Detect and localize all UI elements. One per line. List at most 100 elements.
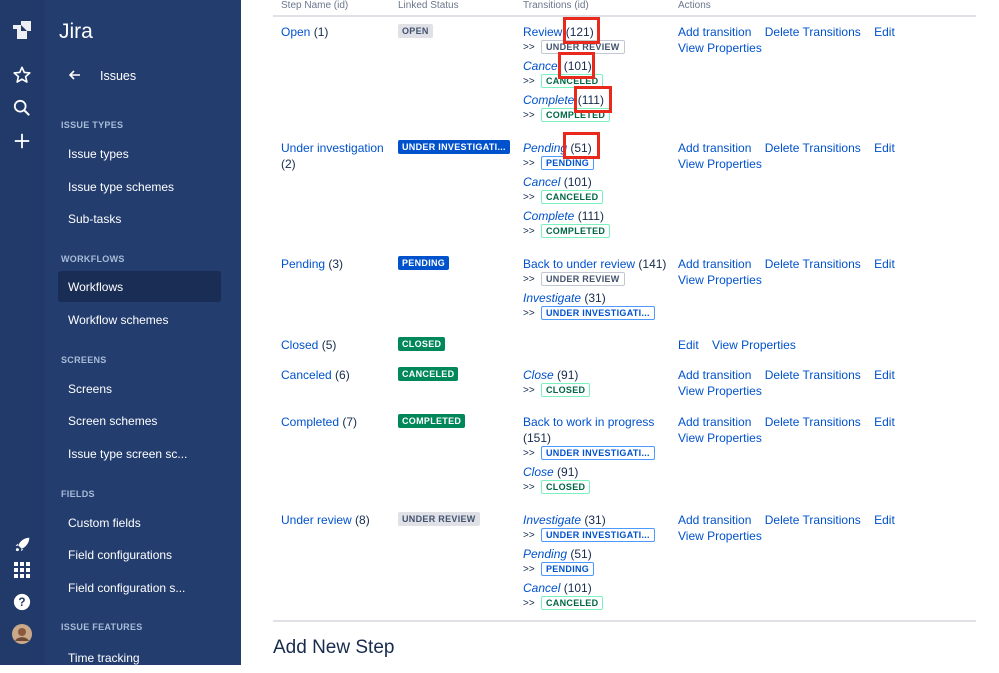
sidebar-item-field-configurations[interactable]: Field configurations — [58, 539, 221, 570]
edit-link[interactable]: Edit — [874, 415, 895, 429]
transition-arrow: >> — [523, 226, 535, 237]
table-row: Under review (8) — [281, 512, 370, 528]
table-row: Closed (5) — [281, 337, 336, 353]
jira-logo-icon[interactable] — [8, 16, 36, 44]
target-status-lozenge: UNDER REVIEW — [541, 272, 625, 286]
transition-link[interactable]: Pending — [523, 141, 567, 155]
add-transition-link[interactable]: Add transition — [678, 257, 751, 271]
step-name-link[interactable]: Closed — [281, 338, 318, 352]
delete-transitions-link[interactable]: Delete Transitions — [765, 257, 861, 271]
column-header-linked-status: Linked Status — [398, 0, 459, 11]
sidebar-item-field-configuration-schemes[interactable]: Field configuration s... — [58, 572, 221, 603]
sidebar-item-workflows[interactable]: Workflows — [58, 271, 221, 302]
step-name-link[interactable]: Under review — [281, 513, 352, 527]
transition-link[interactable]: Cancel — [523, 59, 560, 73]
edit-link[interactable]: Edit — [874, 25, 895, 39]
add-transition-link[interactable]: Add transition — [678, 368, 751, 382]
add-transition-link[interactable]: Add transition — [678, 141, 751, 155]
highlight-box — [574, 86, 612, 113]
transition-link[interactable]: Back to work in progress — [523, 415, 654, 429]
edit-link[interactable]: Edit — [874, 513, 895, 527]
transition-id: (101) — [563, 175, 592, 189]
transition-id: (91) — [557, 465, 579, 479]
step-name-link[interactable]: Completed — [281, 415, 339, 429]
add-transition-link[interactable]: Add transition — [678, 415, 751, 429]
sidebar-item-workflow-schemes[interactable]: Workflow schemes — [58, 304, 221, 335]
delete-transitions-link[interactable]: Delete Transitions — [765, 368, 861, 382]
table-row: Completed (7) — [281, 414, 357, 430]
transition-link[interactable]: Complete — [523, 93, 574, 107]
step-name-link[interactable]: Under investigation — [281, 141, 384, 155]
transition-link[interactable]: Investigate — [523, 513, 581, 527]
search-icon[interactable] — [8, 94, 36, 122]
status-lozenge: UNDER REVIEW — [398, 512, 480, 526]
step-name-link[interactable]: Canceled — [281, 368, 332, 382]
transition-link[interactable]: Close — [523, 368, 554, 382]
app-title: Jira — [59, 20, 93, 43]
transition-link[interactable]: Cancel — [523, 581, 560, 595]
view-properties-link[interactable]: View Properties — [678, 157, 762, 171]
sidebar-item-screens[interactable]: Screens — [58, 373, 221, 404]
add-transition-link[interactable]: Add transition — [678, 513, 751, 527]
star-icon[interactable] — [8, 61, 36, 89]
apps-grid-icon[interactable] — [8, 556, 36, 584]
edit-link[interactable]: Edit — [678, 338, 699, 352]
transition-link[interactable]: Review — [523, 25, 562, 39]
step-name-link[interactable]: Open — [281, 25, 310, 39]
transition-link[interactable]: Close — [523, 465, 554, 479]
transition-arrow: >> — [523, 158, 535, 169]
target-status-lozenge: UNDER INVESTIGATI... — [541, 528, 655, 542]
sidebar-item-custom-fields[interactable]: Custom fields — [58, 507, 221, 538]
view-properties-link[interactable]: View Properties — [712, 338, 796, 352]
status-lozenge: OPEN — [398, 24, 433, 38]
target-status-lozenge: CANCELED — [541, 190, 604, 204]
step-id: (6) — [335, 368, 350, 382]
view-properties-link[interactable]: View Properties — [678, 529, 762, 543]
transition-link[interactable]: Complete — [523, 209, 574, 223]
transition-link[interactable]: Back to under review — [523, 257, 635, 271]
section-screens: SCREENS — [61, 355, 107, 365]
delete-transitions-link[interactable]: Delete Transitions — [765, 415, 861, 429]
step-name-link[interactable]: Pending — [281, 257, 325, 271]
sidebar-item-issue-type-screen-schemes[interactable]: Issue type screen sc... — [58, 438, 221, 469]
target-status-lozenge: COMPLETED — [541, 224, 611, 238]
avatar[interactable] — [8, 620, 36, 648]
step-id: (7) — [342, 415, 358, 429]
transition-arrow: >> — [523, 598, 535, 609]
delete-transitions-link[interactable]: Delete Transitions — [765, 513, 861, 527]
transition-link[interactable]: Pending — [523, 547, 567, 561]
transition-arrow: >> — [523, 530, 535, 541]
transition-link[interactable]: Investigate — [523, 291, 581, 305]
plus-icon[interactable] — [8, 127, 36, 155]
step-id: (1) — [313, 25, 329, 39]
help-icon[interactable]: ? — [8, 588, 36, 616]
table-row: Pending (3) — [281, 256, 343, 272]
view-properties-link[interactable]: View Properties — [678, 41, 762, 55]
back-to-issues-link[interactable]: Issues — [57, 66, 257, 86]
view-properties-link[interactable]: View Properties — [678, 431, 762, 445]
sidebar-item-sub-tasks[interactable]: Sub-tasks — [58, 203, 221, 234]
edit-link[interactable]: Edit — [874, 141, 895, 155]
section-workflows: WORKFLOWS — [61, 254, 125, 264]
transition-arrow: >> — [523, 274, 535, 285]
add-transition-link[interactable]: Add transition — [678, 25, 751, 39]
sidebar-item-time-tracking[interactable]: Time tracking — [58, 642, 221, 673]
target-status-lozenge: CLOSED — [541, 480, 591, 494]
sidebar-item-issue-types[interactable]: Issue types — [58, 138, 221, 169]
section-issue-features: ISSUE FEATURES — [61, 622, 143, 632]
edit-link[interactable]: Edit — [874, 368, 895, 382]
status-lozenge: CANCELED — [398, 367, 459, 381]
workflow-steps-panel: Step Name (id) Linked Status Transitions… — [241, 0, 999, 665]
table-bottom-divider — [273, 620, 976, 622]
add-new-step-heading: Add New Step — [273, 637, 395, 658]
sidebar-item-screen-schemes[interactable]: Screen schemes — [58, 405, 221, 436]
view-properties-link[interactable]: View Properties — [678, 273, 762, 287]
delete-transitions-link[interactable]: Delete Transitions — [765, 141, 861, 155]
view-properties-link[interactable]: View Properties — [678, 384, 762, 398]
delete-transitions-link[interactable]: Delete Transitions — [765, 25, 861, 39]
edit-link[interactable]: Edit — [874, 257, 895, 271]
transition-link[interactable]: Cancel — [523, 175, 560, 189]
rocket-icon[interactable] — [8, 530, 36, 558]
sidebar-item-issue-type-schemes[interactable]: Issue type schemes — [58, 171, 221, 202]
header-divider — [273, 15, 976, 17]
